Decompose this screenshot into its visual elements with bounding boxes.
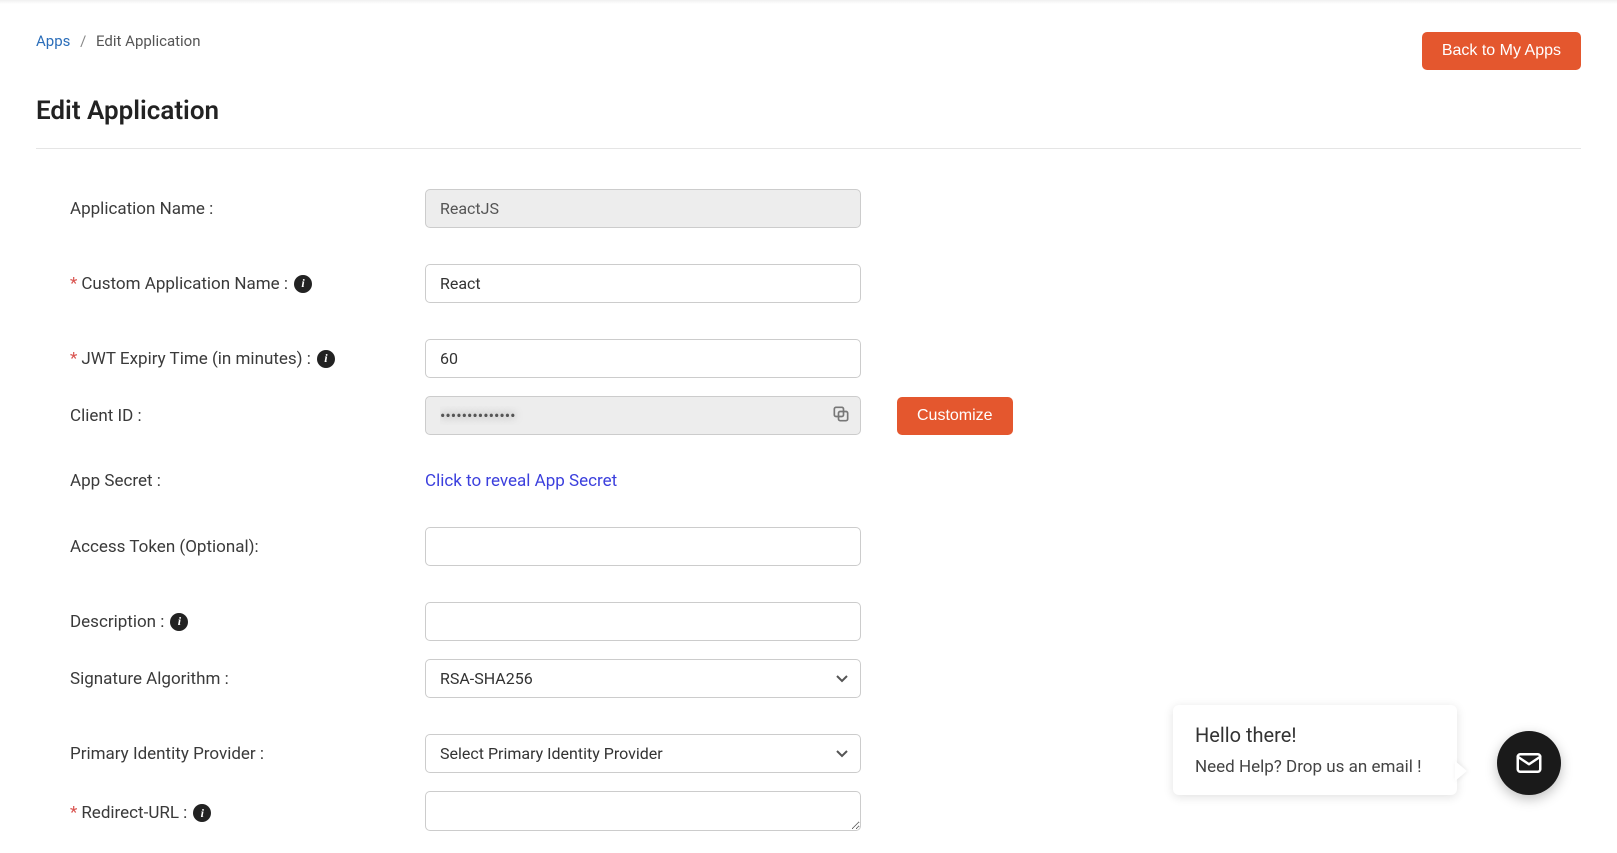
access-token-input[interactable] [425,527,861,566]
chat-tooltip-arrow [1455,761,1467,781]
primary-idp-select[interactable]: Select Primary Identity Provider [425,734,861,773]
application-name-input [425,189,861,228]
breadcrumb-separator: / [80,32,86,50]
description-input[interactable] [425,602,861,641]
info-icon[interactable]: i [317,350,335,368]
client-id-label: Client ID : [70,406,425,426]
description-label: Description : [70,612,164,632]
signature-algorithm-label: Signature Algorithm : [70,669,425,689]
redirect-url-label: Redirect-URL : [81,803,187,823]
custom-app-name-label: Custom Application Name : [81,274,288,294]
chat-fab-button[interactable] [1497,731,1561,795]
signature-algorithm-select[interactable]: RSA-SHA256 [425,659,861,698]
copy-icon[interactable] [831,404,851,428]
info-icon[interactable]: i [193,804,211,822]
info-icon[interactable]: i [170,613,188,631]
page-title: Edit Application [36,96,1581,126]
chat-greeting: Hello there! [1195,723,1435,747]
chat-prompt: Need Help? Drop us an email ! [1195,757,1435,777]
app-secret-label: App Secret : [70,471,425,491]
jwt-expiry-input[interactable] [425,339,861,378]
info-icon[interactable]: i [294,275,312,293]
breadcrumb: Apps / Edit Application [36,32,201,50]
breadcrumb-current: Edit Application [96,32,200,50]
required-marker: * [70,349,77,369]
chat-tooltip: Hello there! Need Help? Drop us an email… [1173,705,1457,795]
back-to-apps-button[interactable]: Back to My Apps [1422,32,1581,70]
customize-button[interactable]: Customize [897,397,1013,435]
access-token-label: Access Token (Optional): [70,537,425,557]
jwt-expiry-label: JWT Expiry Time (in minutes) : [81,349,311,369]
application-name-label: Application Name : [70,199,425,219]
custom-app-name-input[interactable] [425,264,861,303]
required-marker: * [70,803,77,823]
breadcrumb-apps-link[interactable]: Apps [36,32,70,50]
client-id-input [425,396,861,435]
required-marker: * [70,274,77,294]
reveal-secret-link[interactable]: Click to reveal App Secret [425,471,617,491]
primary-idp-label: Primary Identity Provider : [70,744,425,764]
redirect-url-input[interactable] [425,791,861,831]
mail-icon [1514,748,1544,778]
